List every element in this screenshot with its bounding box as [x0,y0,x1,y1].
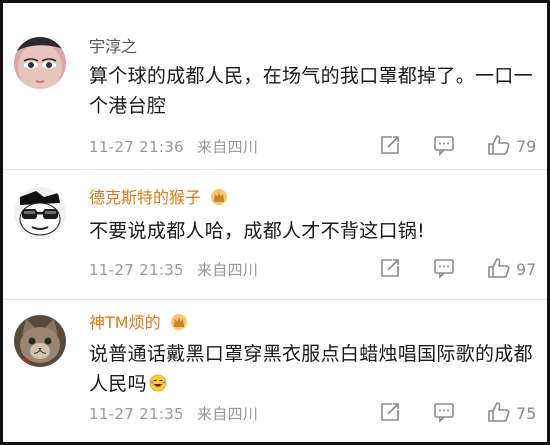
comment-location: 来自四川 [196,405,259,423]
comment-meta: 11-27 21:36 来自四川 [89,136,258,157]
thumb-up-icon[interactable] [487,401,510,423]
share-edit-icon[interactable] [379,401,401,423]
comment-bubble-icon[interactable] [433,257,455,279]
comment-item: ★ 神TM烦的 说普通话戴黑口罩穿黑衣服点白蜡烛唱国际歌的成都人民吗 11-27… [3,299,547,442]
thumb-up-icon[interactable] [487,134,510,156]
avatar[interactable] [14,37,66,89]
username[interactable]: 德克斯特的猴子 [89,188,228,208]
share-edit-icon[interactable] [379,257,401,279]
comment-item: 德克斯特的猴子 不要说成都人哈，成都人才不背这口锅! 11-27 21:35 来… [3,169,547,299]
comment-date: 11-27 21:36 [89,138,184,156]
like-count: 75 [516,404,537,423]
share-edit-icon[interactable] [379,134,401,156]
comment-meta: 11-27 21:35 来自四川 [89,403,258,424]
svg-text:★: ★ [17,360,23,367]
vip-crown-badge-icon [170,313,188,331]
cartoon-glasses-avatar-icon [14,187,66,239]
comment-list: 宇淳之 算个球的成都人民，在场气的我口罩都掉了。一口一个港台腔 11-27 21… [0,0,550,445]
avatar[interactable] [14,187,66,239]
thumb-up-icon[interactable] [487,257,510,279]
comment-date: 11-27 21:35 [89,261,184,279]
comment-location: 来自四川 [196,138,259,156]
comment-bubble-icon[interactable] [433,401,455,423]
vip-crown-badge-icon [210,188,228,206]
username[interactable]: 神TM烦的 [89,313,188,333]
like-count: 97 [516,260,537,279]
comment-meta: 11-27 21:35 来自四川 [89,259,258,280]
like-count: 79 [516,137,537,156]
comment-date: 11-27 21:35 [89,405,184,423]
comment-location: 来自四川 [196,261,259,279]
comment-text: 算个球的成都人民，在场气的我口罩都掉了。一口一个港台腔 [89,65,533,117]
comment-text: 说普通话戴黑口罩穿黑衣服点白蜡烛唱国际歌的成都人民吗 [89,343,533,395]
avatar[interactable]: ★ [14,315,66,367]
comment-text: 不要说成都人哈，成都人才不背这口锅! [89,220,426,242]
laughing-emoji-icon [149,371,167,392]
cat-avatar-icon: ★ [14,315,66,367]
woman-eyes-avatar-icon [14,37,66,89]
username[interactable]: 宇淳之 [89,37,137,57]
comment-bubble-icon[interactable] [433,134,455,156]
comment-item: 宇淳之 算个球的成都人民，在场气的我口罩都掉了。一口一个港台腔 11-27 21… [3,3,547,169]
